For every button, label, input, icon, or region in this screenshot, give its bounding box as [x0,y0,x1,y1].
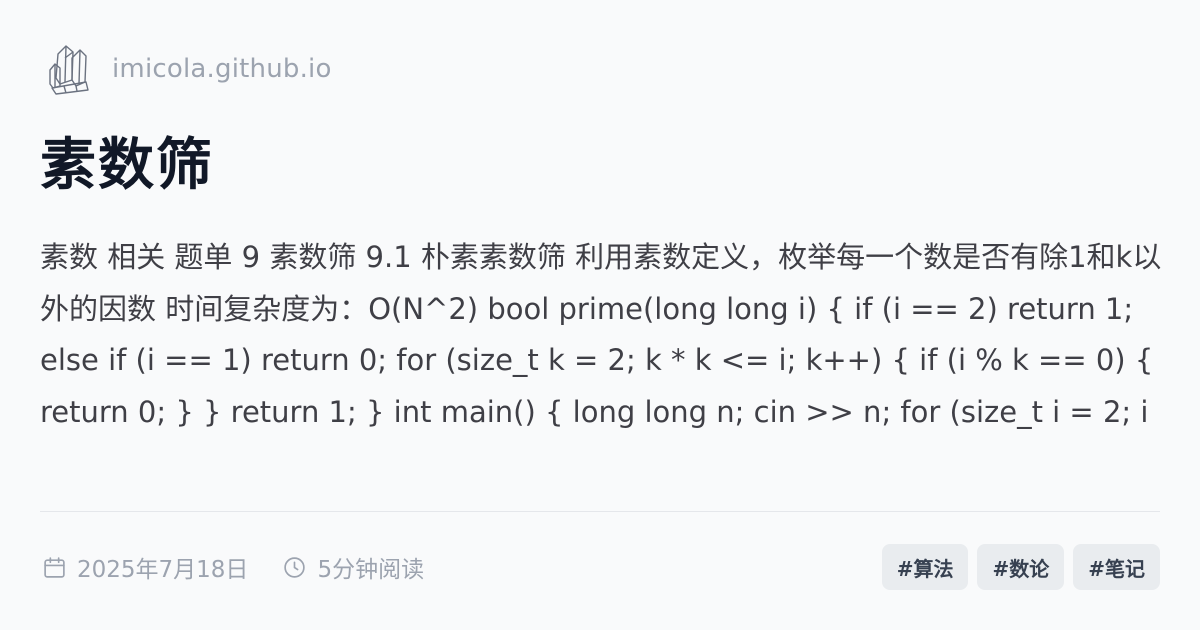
post-date: 2025年7月18日 [77,557,249,583]
site-name[interactable]: imicola.github.io [112,54,332,84]
date-item: 2025年7月18日 [42,550,248,584]
clock-icon [284,556,306,578]
site-header: imicola.github.io [46,42,332,96]
post-title[interactable]: 素数筛 [40,132,214,200]
tag-badge[interactable]: #数论 [977,544,1065,590]
calendar-icon [44,556,65,578]
tag-badge[interactable]: #算法 [881,544,969,590]
divider [40,511,1160,512]
tag-list: #算法 #数论 #笔记 [881,544,1160,590]
tag-badge[interactable]: #笔记 [1073,544,1160,590]
post-excerpt: 素数 相关 题单 9 素数筛 9.1 朴素素数筛 利用素数定义，枚举每一个数是否… [40,240,1162,429]
reading-time: 5分钟阅读 [317,557,425,583]
reading-time-item: 5分钟阅读 [282,550,424,584]
crystal-icon [49,45,89,95]
post-meta: 2025年7月18日 5分钟阅读 [42,550,424,584]
